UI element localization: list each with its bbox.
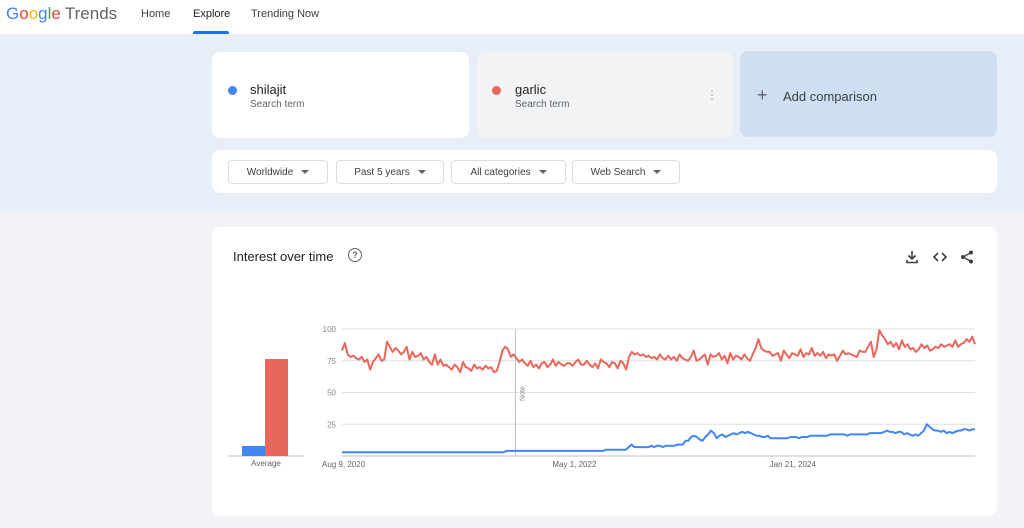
caret-down-icon <box>301 170 310 174</box>
caret-down-icon <box>417 170 426 174</box>
nav-trending-now[interactable]: Trending Now <box>251 8 319 20</box>
more-vert-icon[interactable] <box>711 90 715 102</box>
avg-bar-garlic <box>265 358 288 456</box>
y-tick-label: 50 <box>327 389 336 398</box>
x-tick-label: Aug 9, 2020 <box>322 460 366 469</box>
term-subtitle: Search term <box>515 99 570 110</box>
share-icon[interactable] <box>959 249 975 265</box>
term-subtitle: Search term <box>250 99 305 110</box>
series-line-shilajit[interactable] <box>342 423 975 454</box>
avg-bar-shilajit <box>242 445 265 456</box>
term-color-dot <box>228 86 237 95</box>
interest-line-chart: 100 75 50 25 Aug 9, 2020 May 1, 2022 Jan 21, 2… <box>322 325 976 469</box>
term-color-dot <box>492 86 501 95</box>
caret-down-icon <box>653 170 662 174</box>
google-trends-logo[interactable]: Google Trends <box>6 4 117 24</box>
avg-category-label: Average <box>251 459 281 468</box>
chart-title: Interest over time <box>233 249 334 264</box>
search-term-card-garlic[interactable]: garlic Search term <box>477 52 733 138</box>
add-comparison-label: Add comparison <box>783 89 877 104</box>
caret-down-icon <box>538 170 547 174</box>
filter-label: All categories <box>470 166 531 178</box>
term-name: shilajit <box>250 82 287 97</box>
filter-region-dropdown[interactable]: Worldwide <box>228 160 328 184</box>
filter-search-type-dropdown[interactable]: Web Search <box>572 160 680 184</box>
nav-home[interactable]: Home <box>141 8 170 20</box>
y-tick-label: 100 <box>323 325 337 334</box>
download-icon[interactable] <box>904 249 920 265</box>
help-icon[interactable]: ? <box>348 248 362 262</box>
filter-label: Past 5 years <box>354 166 410 178</box>
embed-icon[interactable] <box>932 249 948 265</box>
nav-explore[interactable]: Explore <box>193 8 230 20</box>
y-tick-label: 75 <box>327 357 336 366</box>
series-line-garlic[interactable] <box>341 329 976 374</box>
filter-time-dropdown[interactable]: Past 5 years <box>336 160 444 184</box>
x-tick-label: May 1, 2022 <box>552 460 597 469</box>
filter-label: Worldwide <box>246 166 294 178</box>
term-name: garlic <box>515 82 547 97</box>
average-bar-chart: Average <box>228 358 304 468</box>
filter-category-dropdown[interactable]: All categories <box>451 160 566 184</box>
filter-label: Web Search <box>590 166 646 178</box>
y-tick-label: 25 <box>327 420 336 429</box>
annotation-note-label[interactable]: Note <box>519 386 526 401</box>
top-header: Google Trends Home Explore Trending Now <box>0 0 1024 34</box>
search-term-card-shilajit[interactable]: shilajit Search term <box>212 52 469 138</box>
x-tick-label: Jan 21, 2024 <box>770 460 817 469</box>
plus-icon: + <box>757 85 768 105</box>
